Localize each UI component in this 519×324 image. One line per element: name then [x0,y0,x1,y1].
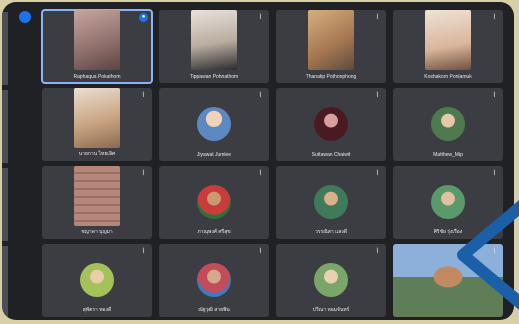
participant-name: ชญาดา บุญมา [81,229,113,235]
participant-tile[interactable]: ⌇ Koshakorn Ponlamuk [393,10,503,83]
partial-tile [2,168,8,241]
participant-tile[interactable]: ⌇ Tippawan Pohnathom [159,10,269,83]
participant-name: ณัฐวุฒิ สายพิน [198,307,230,313]
mic-off-icon[interactable]: ⌇ [139,247,148,256]
mic-off-icon[interactable]: ⌇ [256,247,265,256]
participant-name: ปวีณา หอมจันทร์ [312,307,350,313]
avatar [314,107,348,141]
participant-video [74,10,120,70]
mic-off-icon[interactable]: ⌇ [490,247,499,256]
participant-name: Jiyawat Jumlee [196,152,232,158]
participant-name: Thanatip Pothonphong [305,74,357,80]
mic-off-icon[interactable]: ⌇ [373,91,382,100]
participant-tile[interactable]: ⌇ ศิริชัย รุ่งเรือง [393,166,503,239]
mic-off-icon[interactable]: ⌇ [490,91,499,100]
mic-off-icon[interactable]: ⌇ [256,91,265,100]
avatar [431,185,465,219]
meeting-grid: ● Raphaqua Pokathom ⌇ Tippawan Pohnathom… [2,2,514,320]
mic-active-icon[interactable]: ● [139,13,148,22]
mic-off-icon[interactable]: ⌇ [256,169,265,178]
avatar [80,263,114,297]
mic-off-icon[interactable]: ⌇ [373,247,382,256]
mic-off-icon[interactable]: ⌇ [139,91,148,100]
participant-tile[interactable]: ● Raphaqua Pokathom [41,9,153,84]
participant-name: ภาณุพงศ์ ศรีสุข [197,229,231,235]
participant-name: ศิริชัย รุ่งเรือง [433,229,463,235]
avatar [197,107,231,141]
mic-off-icon[interactable]: ⌇ [373,169,382,178]
participant-name: Tippawan Pohnathom [189,74,239,80]
partial-tile [2,12,8,85]
participant-name: นายกาน ไทยเลิศ [78,151,116,157]
avatar [197,263,231,297]
participant-tile[interactable]: ⌇ Thanatip Pothonphong [276,10,386,83]
avatar [431,107,465,141]
participant-tile[interactable]: ⌇ สุพัตรา ทองดี [42,244,152,317]
mic-off-icon[interactable]: ⌇ [256,13,265,22]
participant-name: Raphaqua Pokathom [73,74,121,80]
mic-off-icon[interactable]: ⌇ [139,169,148,178]
participant-name: Matthew_Mip [433,152,463,158]
participant-video [308,10,354,70]
participant-tile[interactable]: ⌇ ปวีณา หอมจันทร์ [276,244,386,317]
participant-tile[interactable]: ⌇ Matthew_Mip [393,88,503,161]
avatar [314,263,348,297]
participant-video [191,10,237,70]
participant-name: Koshakorn Ponlamuk [424,74,472,80]
participant-name: Suttawan Chaiwit [311,152,351,158]
participant-tile[interactable]: ⌇ [393,244,503,317]
participant-tile[interactable]: ⌇ ณัฐวุฒิ สายพิน [159,244,269,317]
participant-tile[interactable]: ⌇ ชญาดา บุญมา [42,166,152,239]
participant-tile[interactable]: ⌇ ภาณุพงศ์ ศรีสุข [159,166,269,239]
partial-tile [2,90,8,163]
participant-video [425,10,471,70]
partial-tile [2,246,8,319]
avatar [314,185,348,219]
participant-tile[interactable]: ⌇ Suttawan Chaiwit [276,88,386,161]
mic-off-icon[interactable]: ⌇ [490,169,499,178]
avatar [197,185,231,219]
pin-icon[interactable] [19,11,31,23]
participant-video [74,88,120,148]
participant-video [393,244,503,317]
participant-name: วรรณิสา แสงดี [314,229,348,235]
participant-name: สุพัตรา ทองดี [82,307,112,313]
mic-off-icon[interactable]: ⌇ [373,13,382,22]
mic-off-icon[interactable]: ⌇ [490,13,499,22]
participant-tile[interactable]: ⌇ นายกาน ไทยเลิศ [42,88,152,161]
participant-tile[interactable]: ⌇ Jiyawat Jumlee [159,88,269,161]
participant-tile[interactable]: ⌇ วรรณิสา แสงดี [276,166,386,239]
participant-video [74,166,120,226]
